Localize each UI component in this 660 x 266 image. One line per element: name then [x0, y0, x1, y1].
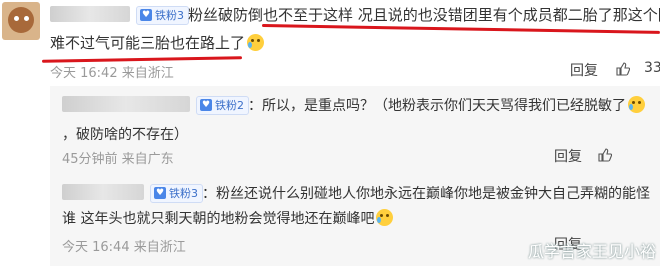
thumb-up-icon[interactable] — [598, 148, 612, 162]
reply-text-line2: ，破防啥的不存在） — [62, 127, 188, 143]
crying-emoji-icon — [628, 96, 645, 113]
fan-badge[interactable]: ♥ 铁粉3 — [150, 184, 203, 203]
crying-laugh-emoji-icon — [376, 209, 394, 226]
reply-button[interactable]: 回复 — [554, 146, 582, 166]
username-blurred[interactable] — [50, 6, 130, 22]
comment-meta: 今天 16:42 来自浙江 — [50, 66, 174, 81]
fan-badge[interactable]: ♥ 铁粉2 — [196, 96, 249, 115]
reply-text-line1: ：粉丝还说什么别碰地人你地永远在巅峰你地是被金钟大自己弄糊的能怪 — [202, 186, 650, 202]
avatar[interactable] — [2, 2, 40, 40]
comment-text-line2: 难不过气可能三胎也在路上了 — [50, 32, 265, 54]
reply-username-blurred[interactable] — [62, 184, 144, 200]
reply-meta: 45分钟前 来自广东 — [62, 152, 174, 167]
badge-icon: ♥ — [140, 9, 152, 21]
thumb-up-icon[interactable] — [616, 62, 630, 76]
fan-badge[interactable]: ♥ 铁粉3 — [136, 6, 189, 25]
reply-text-line2: 谁 这年头也就只剩天朝的地粉会觉得地还在巅峰吧 — [62, 208, 394, 230]
comment-text-line1: 粉丝破防倒也不至于这样 况且说的也没错团里有个成员都二胎了那这个团很 — [188, 6, 660, 24]
reply-meta: 今天 16:44 来自浙江 — [62, 240, 186, 255]
badge-icon: ♥ — [200, 99, 212, 111]
badge-icon: ♥ — [154, 187, 166, 199]
crying-laugh-emoji-icon — [247, 34, 265, 51]
watermark: 瓜学言家王见小裕 — [527, 242, 656, 261]
like-count: 33 — [644, 60, 660, 76]
reply-button[interactable]: 回复 — [570, 60, 598, 80]
reply-text-line1: ：所以，是重点吗？（地粉表示你们天天骂得我们已经脱敏了 — [248, 95, 645, 117]
reply-username-blurred[interactable] — [62, 96, 190, 112]
